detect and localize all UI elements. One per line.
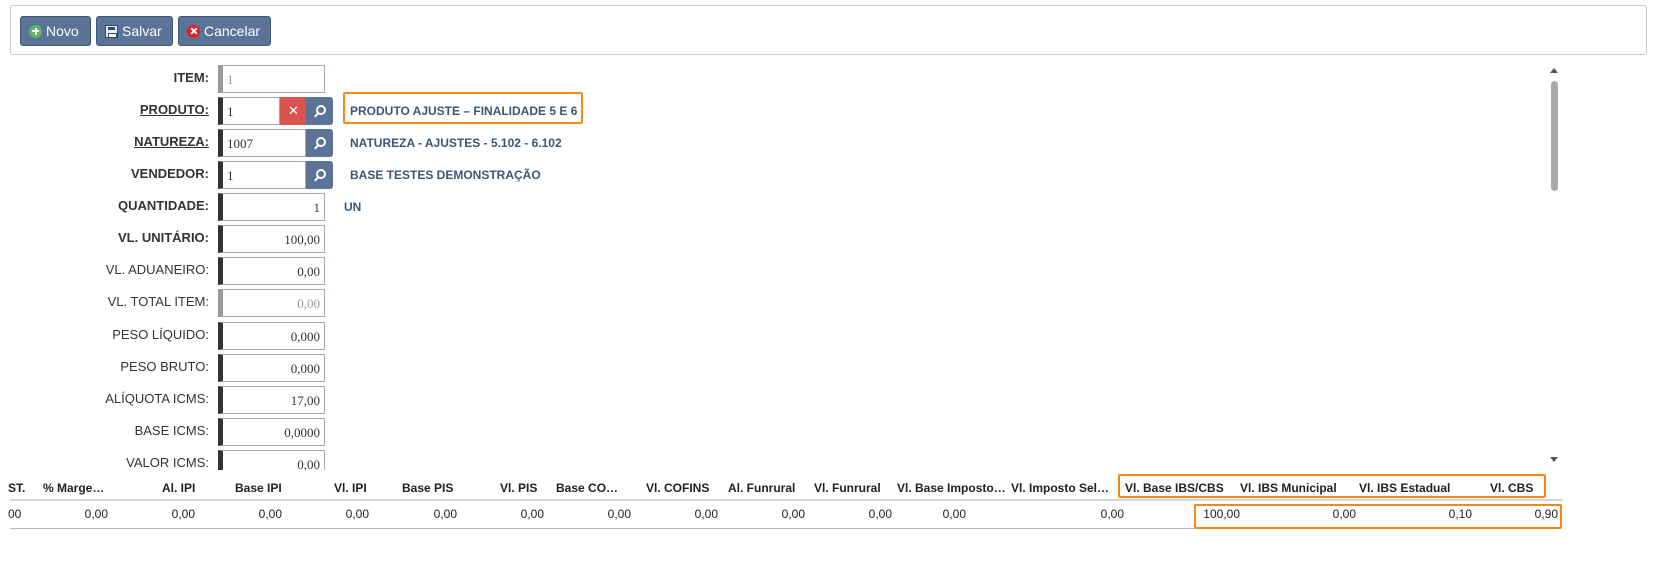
cell-base-ipi[interactable]: 0,00 — [259, 507, 282, 521]
peso-bruto-input[interactable]: 0,000 — [218, 354, 325, 382]
row-quantidade: QUANTIDADE: 1 UN — [0, 191, 1000, 221]
salvar-button[interactable]: Salvar — [96, 16, 173, 46]
cancelar-button[interactable]: Cancelar — [178, 16, 271, 46]
plus-circle-icon — [29, 24, 42, 38]
col-vl-cofins[interactable]: Vl. COFINS — [646, 481, 709, 495]
row-aliquota-icms: ALÍQUOTA ICMS: 17,00 — [0, 384, 1000, 414]
cell-al-ipi[interactable]: 0,00 — [172, 507, 195, 521]
base-icms-input[interactable]: 0,0000 — [218, 418, 325, 446]
quantidade-label: QUANTIDADE: — [118, 198, 209, 213]
vl-unitario-label: VL. UNITÁRIO: — [118, 230, 209, 245]
cell-st[interactable]: 00 — [8, 507, 21, 521]
col-base-pis[interactable]: Base PIS — [402, 481, 453, 495]
valor-icms-label: VALOR ICMS: — [126, 455, 209, 470]
vendedor-input[interactable]: 1 — [218, 161, 306, 189]
row-vl-unitario: VL. UNITÁRIO: 100,00 — [0, 223, 1000, 253]
vl-aduaneiro-label: VL. ADUANEIRO: — [105, 262, 209, 277]
col-st[interactable]: ST. — [8, 481, 25, 495]
cancel-circle-icon — [187, 24, 200, 38]
row-peso-bruto: PESO BRUTO: 0,000 — [0, 352, 1000, 382]
floppy-disk-icon — [105, 24, 118, 38]
scroll-down-icon[interactable] — [1550, 457, 1558, 462]
scroll-thumb[interactable] — [1551, 81, 1558, 191]
novo-label: Novo — [46, 23, 79, 39]
natureza-description: NATUREZA - AJUSTES - 5.102 - 6.102 — [350, 136, 562, 150]
col-al-funrural[interactable]: Al. Funrural — [728, 481, 795, 495]
vl-total-item-label: VL. TOTAL ITEM: — [107, 294, 209, 309]
search-icon — [315, 136, 326, 147]
cell-vl-base-imposto[interactable]: 0,00 — [943, 507, 966, 521]
natureza-input[interactable]: 1007 — [218, 129, 306, 157]
col-margem[interactable]: % Marge… — [43, 481, 104, 495]
vl-aduaneiro-input[interactable]: 0,00 — [218, 257, 325, 285]
ibs-cbs-header-highlight — [1118, 474, 1546, 498]
header-divider — [10, 499, 1563, 501]
cell-al-funrural[interactable]: 0,00 — [782, 507, 805, 521]
scroll-up-icon[interactable] — [1550, 68, 1558, 73]
cell-margem[interactable]: 0,00 — [85, 507, 108, 521]
col-base-cofins[interactable]: Base CO… — [556, 481, 618, 495]
item-label: ITEM: — [173, 70, 209, 85]
cell-base-pis[interactable]: 0,00 — [434, 507, 457, 521]
cell-vl-cofins[interactable]: 0,00 — [695, 507, 718, 521]
search-natureza-button[interactable] — [306, 129, 333, 157]
cancelar-label: Cancelar — [204, 23, 261, 39]
row-valor-icms: VALOR ICMS: 0,00 — [0, 448, 1000, 470]
col-vl-ipi[interactable]: Vl. IPI — [334, 481, 367, 495]
col-vl-pis[interactable]: Vl. PIS — [500, 481, 537, 495]
row-base-icms: BASE ICMS: 0,0000 — [0, 416, 1000, 446]
valor-icms-input[interactable]: 0,00 — [218, 450, 325, 470]
aliquota-icms-label: ALÍQUOTA ICMS: — [105, 391, 209, 406]
peso-bruto-label: PESO BRUTO: — [120, 359, 209, 374]
col-vl-imposto-sel[interactable]: Vl. Imposto Sel… — [1011, 481, 1109, 495]
produto-highlight — [343, 92, 583, 124]
natureza-label[interactable]: NATUREZA: — [0, 134, 209, 149]
search-produto-button[interactable] — [306, 97, 333, 125]
close-icon: ✕ — [288, 103, 299, 118]
novo-button[interactable]: Novo — [20, 16, 91, 46]
vl-unitario-input[interactable]: 100,00 — [218, 225, 325, 253]
cell-vl-imposto-sel[interactable]: 0,00 — [1101, 507, 1124, 521]
ibs-cbs-values-highlight — [1194, 504, 1562, 529]
row-natureza: NATUREZA: 1007 NATUREZA - AJUSTES - 5.10… — [0, 127, 1000, 157]
quantidade-unit: UN — [344, 200, 362, 214]
produto-input[interactable]: 1 — [218, 97, 280, 125]
row-vendedor: VENDEDOR: 1 BASE TESTES DEMONSTRAÇÃO — [0, 159, 1000, 189]
cell-vl-ipi[interactable]: 0,00 — [346, 507, 369, 521]
row-vl-aduaneiro: VL. ADUANEIRO: 0,00 — [0, 255, 1000, 285]
search-vendedor-button[interactable] — [306, 161, 333, 189]
clear-produto-button[interactable]: ✕ — [280, 97, 307, 125]
peso-liquido-input[interactable]: 0,000 — [218, 322, 325, 350]
cell-vl-pis[interactable]: 0,00 — [521, 507, 544, 521]
search-icon — [315, 168, 326, 179]
col-vl-base-imposto[interactable]: Vl. Base Imposto… — [897, 481, 1006, 495]
form-scrollbar[interactable] — [1546, 66, 1562, 464]
col-vl-funrural[interactable]: Vl. Funrural — [814, 481, 881, 495]
row-peso-liquido: PESO LÍQUIDO: 0,000 — [0, 320, 1000, 350]
quantidade-input[interactable]: 1 — [218, 193, 325, 221]
produto-label[interactable]: PRODUTO: — [0, 102, 209, 117]
toolbar: Novo Salvar Cancelar — [10, 5, 1647, 55]
peso-liquido-label: PESO LÍQUIDO: — [112, 327, 209, 342]
vendedor-description: BASE TESTES DEMONSTRAÇÃO — [350, 168, 541, 182]
vl-total-item-input[interactable]: 0,00 — [218, 289, 325, 317]
cell-base-cofins[interactable]: 0,00 — [608, 507, 631, 521]
cell-vl-funrural[interactable]: 0,00 — [869, 507, 892, 521]
col-base-ipi[interactable]: Base IPI — [235, 481, 282, 495]
vendedor-label: VENDEDOR: — [130, 166, 209, 181]
salvar-label: Salvar — [122, 23, 162, 39]
search-icon — [315, 104, 326, 115]
base-icms-label: BASE ICMS: — [134, 423, 209, 438]
tax-grid: ST. % Marge… Al. IPI Base IPI Vl. IPI Ba… — [0, 473, 1654, 577]
aliquota-icms-input[interactable]: 17,00 — [218, 386, 325, 414]
row-vl-total-item: VL. TOTAL ITEM: 0,00 — [0, 287, 1000, 317]
item-input[interactable]: 1 — [218, 65, 325, 93]
col-al-ipi[interactable]: Al. IPI — [162, 481, 195, 495]
row-item: ITEM: 1 — [0, 63, 1000, 93]
item-form: ITEM: 1 PRODUTO: 1 ✕ PRODUTO AJUSTE – FI… — [0, 58, 1565, 470]
